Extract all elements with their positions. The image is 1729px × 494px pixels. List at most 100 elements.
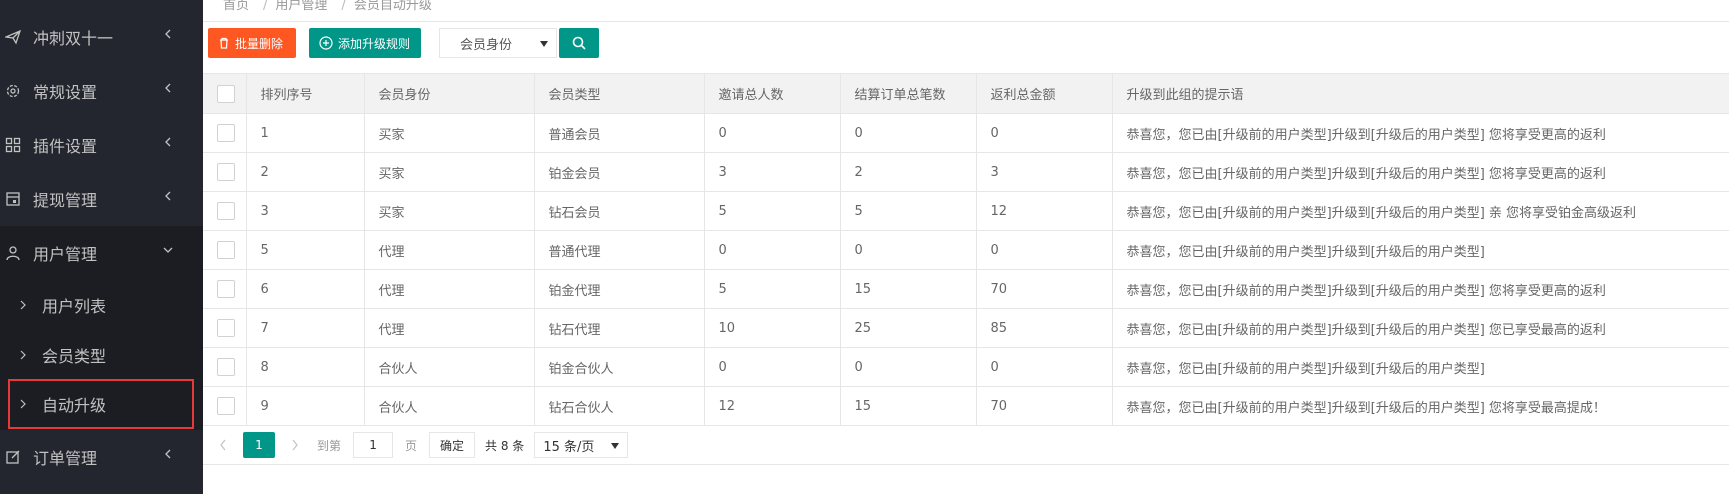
row-select-cell [203,347,246,387]
chevron-right-icon [292,439,298,451]
table-cell: 0 [975,230,1112,270]
add-upgrade-rule-button[interactable]: 添加升级规则 [309,28,421,58]
row-checkbox[interactable] [217,358,235,376]
column-header: 结算订单总笔数 [839,73,976,114]
total-count: 共 8 条 [485,438,525,453]
column-header: 会员身份 [363,73,534,114]
breadcrumb-home[interactable]: 首页 [223,0,249,13]
table-header-row: 排列序号 会员身份 会员类型 邀请总人数 结算订单总笔数 返利总金额 升级到此组… [203,73,1729,114]
page-size-value: 15 条/页 [543,439,595,455]
table-cell: 3 [703,152,840,192]
prev-page-button[interactable] [213,432,233,458]
table-cell: 铂金代理 [533,269,704,309]
table-row: 5 代理 普通代理 0 0 0 恭喜您，您已由[升级前的用户类型]升级到[升级后… [203,230,1729,270]
search-button[interactable] [559,28,599,58]
table-cell: 15 [839,386,976,426]
table-row: 6 代理 铂金代理 5 15 70 恭喜您，您已由[升级前的用户类型]升级到[升… [203,269,1729,309]
table-cell: 0 [839,230,976,270]
sidebar-subitem-member-type[interactable]: 会员类型 [0,330,203,380]
goto-page-input[interactable]: 1 [353,432,394,458]
table-cell: 70 [975,386,1112,426]
current-page-button[interactable]: 1 [243,432,275,458]
table-cell: 70 [975,269,1112,309]
page-unit-label: 页 [405,438,418,453]
chevron-left-icon [165,83,171,93]
next-page-button[interactable] [285,432,305,458]
table-cell: 恭喜您，您已由[升级前的用户类型]升级到[升级后的用户类型] [1111,347,1729,387]
plus-circle-icon [319,36,333,50]
chevron-right-icon [20,399,26,409]
breadcrumb-user-management[interactable]: 用户管理 [275,0,327,13]
table-cell: 8 [245,347,364,387]
goto-confirm-button[interactable]: 确定 [429,432,476,458]
row-select-cell [203,308,246,348]
table-cell: 合伙人 [363,386,534,426]
table-cell: 钻石代理 [533,308,704,348]
table-cell: 买家 [363,113,534,153]
table-cell: 代理 [363,230,534,270]
sidebar-item-order-management[interactable]: 订单管理 [0,430,203,484]
table-cell: 6 [245,269,364,309]
sidebar-subitem-label: 用户列表 [42,297,107,316]
column-header: 邀请总人数 [703,73,840,114]
gear-icon [6,84,20,98]
divider [203,21,1729,22]
table-cell: 3 [245,191,364,231]
row-checkbox[interactable] [217,319,235,337]
row-select-cell [203,269,246,309]
row-checkbox[interactable] [217,397,235,415]
row-select-cell [203,152,246,192]
table-cell: 钻石合伙人 [533,386,704,426]
sidebar-subitem-auto-upgrade[interactable]: 自动升级 [8,379,194,429]
table-cell: 恭喜您，您已由[升级前的用户类型]升级到[升级后的用户类型] 您将享受更高的返利 [1111,152,1729,192]
table-cell: 恭喜您，您已由[升级前的用户类型]升级到[升级后的用户类型] 您已享受最高的返利 [1111,308,1729,348]
sidebar-item-label: 提现管理 [33,191,98,210]
table-cell: 0 [703,113,840,153]
main-content: 首页 / 用户管理 / 会员自动升级 批量删除 添加升级规则 会员身份 排列序号 会员身… [203,0,1729,494]
table-cell: 5 [703,269,840,309]
chevron-right-icon [20,300,26,310]
chevron-down-icon [163,247,173,253]
search-icon [572,36,586,50]
select-all-checkbox[interactable] [217,84,235,103]
sidebar-item-withdraw-management[interactable]: 提现管理 [0,172,203,226]
table-cell: 10 [703,308,840,348]
batch-delete-button[interactable]: 批量删除 [208,28,296,58]
row-checkbox[interactable] [217,241,235,259]
sidebar-item-double-eleven[interactable]: 冲刺双十一 [0,10,203,64]
row-checkbox[interactable] [217,280,235,298]
row-checkbox[interactable] [217,163,235,181]
row-checkbox[interactable] [217,202,235,220]
row-select-cell [203,191,246,231]
table-row: 7 代理 钻石代理 10 25 85 恭喜您，您已由[升级前的用户类型]升级到[… [203,308,1729,348]
table-row: 1 买家 普通会员 0 0 0 恭喜您，您已由[升级前的用户类型]升级到[升级后… [203,113,1729,153]
sidebar-item-general-settings[interactable]: 常规设置 [0,64,203,118]
column-header: 返利总金额 [975,73,1112,114]
trash-icon [220,37,228,49]
pagination: 1 到第 1 页 确定 共 8 条 15 条/页 [213,432,629,458]
table-cell: 恭喜您，您已由[升级前的用户类型]升级到[升级后的用户类型] 您将享受最高提成！ [1111,386,1729,426]
sidebar-item-label: 用户管理 [33,245,98,264]
sidebar-subitem-user-list[interactable]: 用户列表 [0,280,203,330]
sidebar-item-user-management[interactable]: 用户管理 [0,226,203,280]
table-cell: 恭喜您，您已由[升级前的用户类型]升级到[升级后的用户类型] [1111,230,1729,270]
sidebar-item-label: 冲刺双十一 [33,29,114,48]
row-checkbox[interactable] [217,124,235,142]
batch-delete-label: 批量删除 [235,36,284,51]
sidebar-subitem-label: 自动升级 [42,396,107,415]
page-size-select[interactable]: 15 条/页 [534,432,629,458]
table-cell: 0 [975,113,1112,153]
member-identity-select[interactable]: 会员身份 [439,28,557,58]
table-cell: 普通代理 [533,230,704,270]
caret-down-icon [611,443,620,449]
table-cell: 12 [975,191,1112,231]
table-cell: 恭喜您，您已由[升级前的用户类型]升级到[升级后的用户类型] 您将享受更高的返利 [1111,113,1729,153]
table-cell: 7 [245,308,364,348]
table-cell: 3 [975,152,1112,192]
table-cell: 85 [975,308,1112,348]
table-cell: 5 [245,230,364,270]
row-select-cell [203,113,246,153]
sidebar-item-plugin-settings[interactable]: 插件设置 [0,118,203,172]
sidebar: 冲刺双十一 常规设置 插件设置 提现管理 用户管理 用户列表 会员类型 自动升级… [0,0,203,494]
chevron-left-icon [165,191,171,201]
